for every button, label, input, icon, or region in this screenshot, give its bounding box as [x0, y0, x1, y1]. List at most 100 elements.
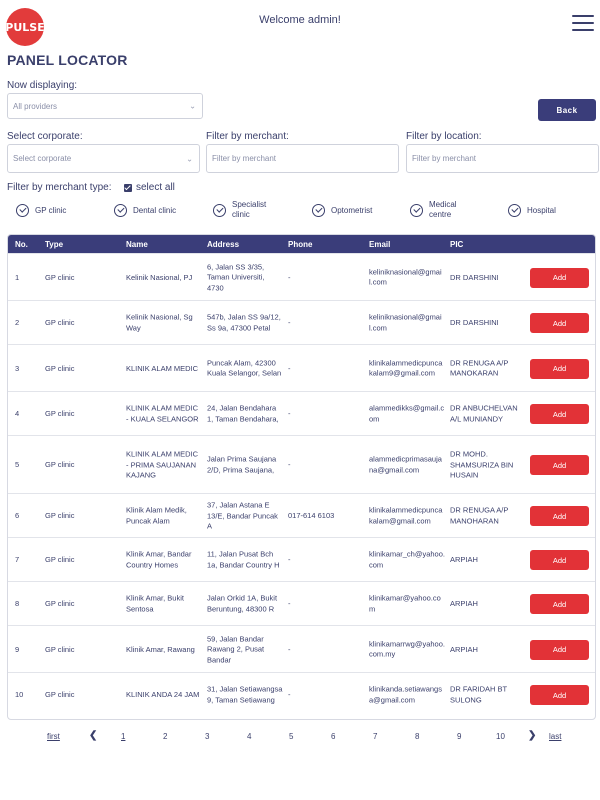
col-phone: Phone — [288, 240, 313, 249]
merchant-type-medical-centre[interactable]: Medical centre — [410, 200, 469, 220]
cell-email: keliniknasional@gmail.com — [369, 267, 442, 287]
col-pic: PIC — [450, 240, 464, 249]
merchant-type-label: Dental clinic — [133, 206, 177, 215]
cell-email: alammedikks@gmail.com — [369, 403, 445, 424]
page-link[interactable]: 8 — [415, 732, 419, 741]
table-row: 1 GP clinic Kelinik Nasional, PJ 6, Jalan S… — [8, 253, 595, 301]
table-row: 6 GP clinic Klinik Alam Medik, Puncak Alam… — [8, 493, 595, 538]
cell-email: keliniknasional@gmail.com — [369, 312, 442, 333]
page-link[interactable]: 2 — [163, 732, 167, 741]
cell-type: GP clinic — [45, 644, 75, 654]
cell-email: klinikanda.setiawangsa@gmail.com — [369, 684, 442, 705]
cell-no: 1 — [15, 272, 20, 282]
select-all-checkbox[interactable]: select all — [124, 182, 175, 193]
cell-name: KLINIK ANDA 24 JAM — [126, 689, 200, 699]
add-button[interactable]: Add — [530, 685, 589, 705]
last-page-link[interactable]: last — [549, 732, 561, 741]
page-link[interactable]: 10 — [496, 732, 505, 741]
merchant-filter-label: Filter by merchant: — [206, 131, 289, 142]
merchant-type-label: Optometrist — [331, 206, 373, 215]
page-link[interactable]: 4 — [247, 732, 251, 741]
merchant-type-specialist-clinic[interactable]: Specialist clinic — [213, 200, 276, 220]
cell-phone: - — [288, 363, 291, 373]
cell-type: GP clinic — [45, 554, 75, 564]
check-circle-icon — [213, 203, 226, 217]
hamburger-icon[interactable] — [572, 15, 594, 31]
add-button[interactable]: Add — [530, 550, 589, 570]
merchant-type-label: Medical centre — [429, 200, 457, 219]
add-button[interactable]: Add — [530, 594, 589, 614]
cell-pic: DR MOHD. SHAMSURIZA BIN HUSAIN — [450, 449, 514, 480]
add-button[interactable]: Add — [530, 506, 589, 526]
chevron-left-icon[interactable]: ❮ — [89, 730, 97, 741]
corporate-select[interactable]: Select corporate ⌄ — [7, 144, 200, 173]
cell-phone: 017-614 6103 — [288, 510, 335, 520]
cell-email: klinikamar@yahoo.com — [369, 593, 441, 614]
welcome-message: Welcome admin! — [259, 14, 341, 26]
cell-type: GP clinic — [45, 598, 75, 608]
provider-select-value: All providers — [13, 101, 58, 111]
cell-address: Puncak Alam, 42300 Kuala Selangor, Selan — [207, 358, 282, 378]
table-row: 9 GP clinic Klinik Amar, Rawang 59, Jalan B… — [8, 625, 595, 673]
cell-email: alammedicprimasaujana@gmail.com — [369, 454, 442, 475]
merchant-filter-placeholder: Filter by merchant — [212, 154, 277, 163]
merchant-type-gp-clinic[interactable]: GP clinic — [16, 204, 66, 217]
cell-name: Kelinik Nasional, Sg Way — [126, 312, 193, 333]
cell-no: 9 — [15, 644, 20, 654]
cell-name: Klinik Amar, Bandar Country Homes — [126, 549, 192, 570]
location-filter-placeholder: Filter by merchant — [412, 154, 477, 163]
merchant-type-dental-clinic[interactable]: Dental clinic — [114, 204, 176, 217]
table-row: 10 GP clinic KLINIK ANDA 24 JAM 31, Jalan S… — [8, 672, 595, 717]
chevron-right-icon[interactable]: ❯ — [528, 730, 536, 741]
merchant-type-label: Filter by merchant type: — [7, 182, 112, 193]
cell-type: GP clinic — [45, 408, 75, 418]
merchant-filter-input[interactable]: Filter by merchant — [206, 144, 399, 173]
add-button[interactable]: Add — [530, 313, 589, 333]
back-button[interactable]: Back — [538, 99, 596, 121]
cell-pic: DR RENUGA A/P MANOHARAN — [450, 505, 509, 526]
merchant-type-optometrist[interactable]: Optometrist — [312, 204, 372, 217]
cell-address: 37, Jalan Astana E 13/E, Bandar Puncak A — [207, 500, 278, 531]
add-button[interactable]: Add — [530, 404, 589, 424]
check-circle-icon — [410, 203, 423, 217]
cell-name: KLINIK ALAM MEDIC — [126, 363, 199, 373]
cell-address: 547b, Jalan SS 9a/12, Ss 9a, 47300 Petal — [207, 312, 281, 333]
cell-name: Kelinik Nasional, PJ — [126, 272, 193, 282]
cell-phone: - — [288, 644, 291, 654]
cell-no: 10 — [15, 689, 24, 699]
col-type: Type — [45, 240, 64, 249]
page-link[interactable]: 7 — [373, 732, 377, 741]
add-button[interactable]: Add — [530, 358, 589, 379]
page-link[interactable]: 9 — [457, 732, 461, 741]
table-row: 5 GP clinic KLINIK ALAM MEDIC - PRIMA SAUJ… — [8, 435, 595, 494]
page-link[interactable]: 6 — [331, 732, 335, 741]
cell-type: GP clinic — [45, 510, 75, 520]
first-page-link[interactable]: first — [47, 732, 60, 741]
panel-table: No. Type Name Address Phone Email PIC 1 G… — [7, 234, 596, 720]
corporate-label: Select corporate: — [7, 131, 83, 142]
chevron-down-icon: ⌄ — [186, 154, 193, 163]
add-button[interactable]: Add — [530, 455, 589, 475]
page-link[interactable]: 3 — [205, 732, 209, 741]
cell-address: Jalan Orkid 1A, Bukit Beruntung, 48300 R — [207, 593, 278, 614]
check-circle-icon — [114, 204, 127, 217]
add-button[interactable]: Add — [530, 639, 589, 660]
cell-address: Jalan Prima Saujana 2/D, Prima Saujana, — [207, 454, 277, 475]
cell-no: 5 — [15, 459, 20, 469]
location-filter-input[interactable]: Filter by merchant — [406, 144, 599, 173]
cell-type: GP clinic — [45, 363, 75, 373]
cell-pic: DR DARSHINI — [450, 317, 499, 327]
merchant-type-label: Specialist clinic — [232, 200, 267, 219]
provider-select[interactable]: All providers ⌄ — [7, 93, 203, 119]
cell-email: klinikamarrwg@yahoo.com.my — [369, 639, 445, 659]
add-button[interactable]: Add — [530, 267, 589, 288]
cell-email: klinikalammedicpuncakalam9@gmail.com — [369, 358, 443, 378]
merchant-type-hospital[interactable]: Hospital — [508, 204, 556, 217]
cell-phone: - — [288, 317, 291, 327]
cell-address: 6, Jalan SS 3/35, Taman Universiti, 4730 — [207, 261, 265, 292]
page-link[interactable]: 1 — [121, 732, 125, 741]
checkbox-checked-icon — [124, 183, 132, 192]
page-link[interactable]: 5 — [289, 732, 293, 741]
page-title: PANEL LOCATOR — [7, 52, 128, 68]
cell-phone: - — [288, 272, 291, 282]
